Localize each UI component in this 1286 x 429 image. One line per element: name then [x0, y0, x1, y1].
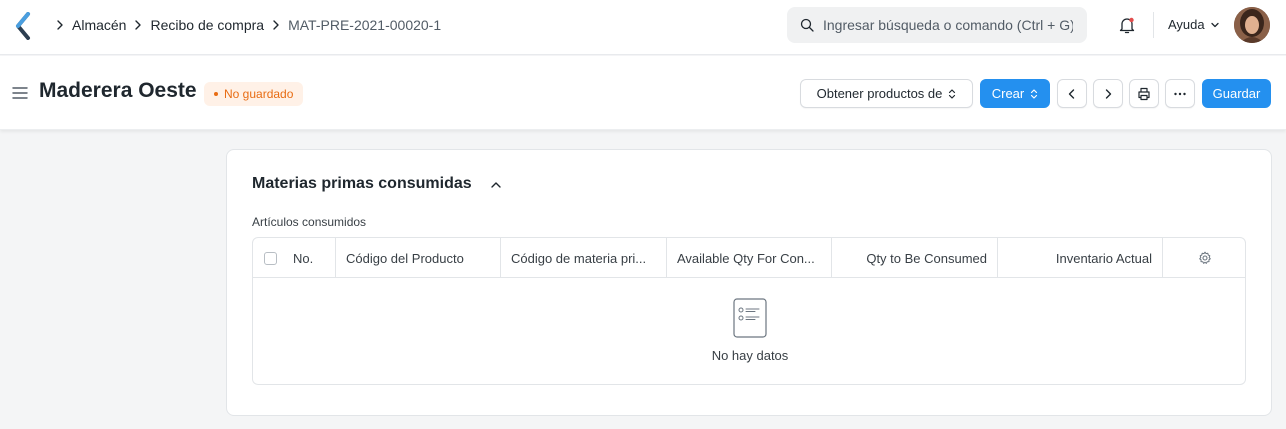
navbar: Almacén Recibo de compra MAT-PRE-2021-00…: [0, 0, 1286, 55]
column-label: Available Qty For Con...: [677, 250, 815, 266]
consumed-items-table: No. Código del Producto Código de materi…: [252, 237, 1246, 385]
user-avatar[interactable]: [1234, 7, 1270, 43]
printer-icon: [1138, 87, 1150, 100]
more-actions-button[interactable]: [1165, 79, 1195, 108]
column-settings: [1163, 238, 1245, 278]
get-items-from-button[interactable]: Obtener productos de: [800, 79, 973, 108]
chevron-down-icon: [1210, 22, 1219, 27]
chevron-right-icon: [1105, 88, 1112, 99]
chevron-left-icon: [1068, 88, 1075, 99]
column-label: Código de materia pri...: [511, 250, 647, 266]
chevron-right-icon: [273, 20, 279, 30]
app-logo-icon[interactable]: [14, 12, 34, 40]
breadcrumb-document-id[interactable]: MAT-PRE-2021-00020-1: [288, 17, 441, 33]
help-label: Ayuda: [1168, 17, 1205, 32]
get-items-from-label: Obtener productos de: [816, 86, 943, 101]
chevron-right-icon: [57, 20, 63, 30]
create-button[interactable]: Crear: [980, 79, 1050, 108]
section-title[interactable]: Materias primas consumidas: [252, 175, 472, 193]
previous-document-button[interactable]: [1057, 79, 1087, 108]
column-label: Qty to Be Consumed: [866, 250, 987, 266]
column-label: Código del Producto: [346, 250, 464, 266]
column-header-no: No.: [253, 238, 336, 278]
raw-materials-section: Materias primas consumidas Artículos con…: [226, 149, 1272, 416]
table-header: No. Código del Producto Código de materi…: [253, 238, 1245, 278]
chevron-up-icon[interactable]: [489, 178, 503, 192]
select-arrows-icon: [949, 88, 956, 99]
page-header: Maderera Oeste No guardado Obtener produ…: [0, 56, 1286, 130]
breadcrumb-recibo-de-compra[interactable]: Recibo de compra: [150, 17, 264, 33]
breadcrumb-almacen[interactable]: Almacén: [72, 17, 126, 33]
chevron-right-icon: [135, 20, 142, 30]
select-arrows-icon: [1031, 88, 1038, 99]
column-header-item-code: Código del Producto: [336, 238, 501, 278]
save-button[interactable]: Guardar: [1202, 79, 1271, 108]
save-label: Guardar: [1212, 86, 1261, 101]
column-header-current-stock: Inventario Actual: [998, 238, 1163, 278]
page-title: Maderera Oeste: [39, 79, 197, 102]
status-badge-label: No guardado: [224, 87, 294, 101]
breadcrumb: Almacén Recibo de compra MAT-PRE-2021-00…: [48, 16, 441, 34]
select-all-checkbox[interactable]: [264, 251, 277, 265]
search-input[interactable]: [823, 17, 1073, 33]
empty-state: No hay datos: [253, 279, 1245, 384]
help-dropdown[interactable]: Ayuda: [1168, 17, 1220, 32]
empty-list-icon: [733, 298, 767, 338]
column-label: Inventario Actual: [1055, 250, 1152, 266]
navbar-divider: [1153, 12, 1154, 38]
status-dot: [214, 92, 218, 96]
print-button[interactable]: [1129, 79, 1159, 108]
next-document-button[interactable]: [1093, 79, 1123, 108]
ellipsis-icon: [1174, 92, 1186, 95]
empty-state-text: No hay datos: [711, 348, 789, 363]
sidebar-toggle-icon[interactable]: [12, 86, 28, 100]
search-bar[interactable]: [787, 7, 1087, 43]
search-icon: [800, 18, 814, 32]
column-label: No.: [293, 250, 314, 266]
field-label: Artículos consumidos: [252, 215, 367, 229]
column-header-qty-to-consume: Qty to Be Consumed: [832, 238, 998, 278]
status-badge: No guardado: [204, 82, 304, 106]
avatar-image: [1234, 7, 1270, 43]
create-label: Crear: [991, 86, 1025, 101]
column-header-available-qty: Available Qty For Con...: [667, 238, 832, 278]
column-header-raw-material-code: Código de materia pri...: [501, 238, 667, 278]
notification-bell-icon[interactable]: [1117, 15, 1137, 35]
gear-icon[interactable]: [1198, 251, 1212, 265]
